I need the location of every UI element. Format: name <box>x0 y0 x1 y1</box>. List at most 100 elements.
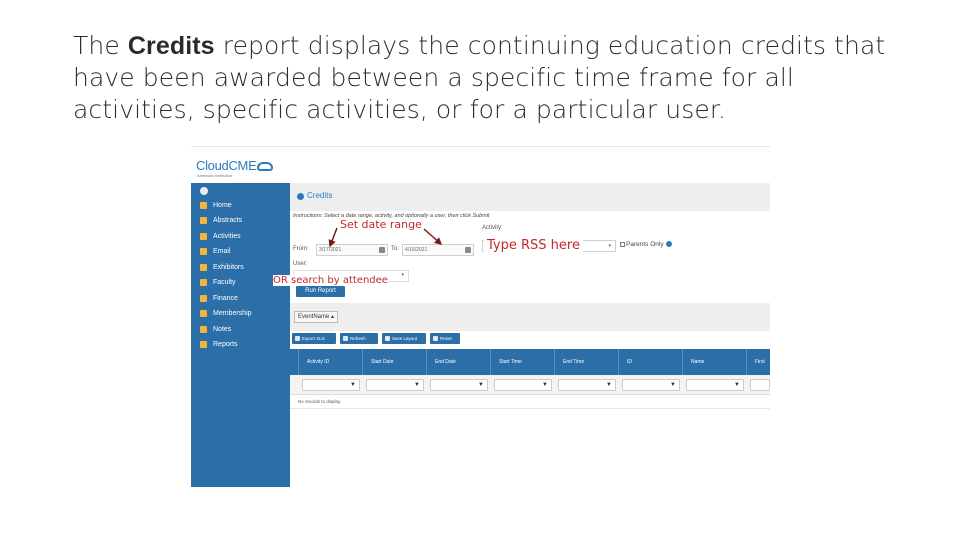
sidebar-item-label: Email <box>213 248 231 255</box>
filter-start-time[interactable]: ▼ <box>494 379 552 391</box>
panel-header: Credits <box>290 183 770 211</box>
bookmark-icon <box>200 233 207 240</box>
column-header-end-date[interactable]: End Date <box>426 349 490 375</box>
group-by-area: EventName ▴ <box>290 303 770 331</box>
filter-icon[interactable]: ▼ <box>542 382 548 389</box>
save-icon <box>385 336 390 341</box>
sidebar-item-home[interactable]: Home <box>191 199 290 213</box>
filter-id[interactable]: ▼ <box>622 379 680 391</box>
sidebar-item-label: Abstracts <box>213 217 243 224</box>
sidebar-item-label: Home <box>213 202 232 209</box>
column-header-activity-id[interactable]: Activity ID <box>298 349 362 375</box>
to-date-field[interactable]: 4/16/2021 <box>402 244 474 256</box>
column-header-start-time[interactable]: Start Time <box>490 349 554 375</box>
annotation-type-rss-here: Type RSS here <box>484 238 583 253</box>
user-label: User: <box>293 261 308 267</box>
group-by-eventname-button[interactable]: EventName ▴ <box>294 311 338 323</box>
sidebar-item-label: Faculty <box>213 279 236 286</box>
export-xls-button[interactable]: Export XLS <box>292 333 336 344</box>
sidebar-toggle-icon[interactable] <box>200 187 208 195</box>
sidebar: Home Abstracts Activities Email Exhibito… <box>191 183 290 487</box>
filter-icon[interactable]: ▼ <box>478 382 484 389</box>
column-header-first[interactable]: First <box>746 349 770 375</box>
sidebar-item-notes[interactable]: Notes <box>191 323 290 337</box>
parents-only-label: Parents Only <box>626 241 664 248</box>
checkbox-icon[interactable] <box>620 241 625 247</box>
empty-results-row <box>290 395 770 409</box>
filter-icon[interactable]: ▼ <box>606 382 612 389</box>
calendar-icon[interactable] <box>379 247 385 253</box>
sidebar-item-label: Membership <box>213 310 252 317</box>
filter-icon[interactable]: ▼ <box>350 382 356 389</box>
sidebar-item-label: Reports <box>213 341 238 348</box>
filter-icon[interactable]: ▼ <box>734 382 740 389</box>
heading-bold-credits: Credits <box>127 32 215 60</box>
logo-text: CloudCME <box>196 158 257 173</box>
panel-title: Credits <box>307 191 333 200</box>
list-icon <box>200 326 207 333</box>
sidebar-item-abstracts[interactable]: Abstracts <box>191 214 290 228</box>
refresh-button[interactable]: Refresh <box>340 333 378 344</box>
from-date-field[interactable]: 3/17/2021 <box>316 244 388 256</box>
filter-row: ▼ ▼ ▼ ▼ ▼ ▼ ▼ <box>290 375 770 395</box>
calendar-icon[interactable] <box>465 247 471 253</box>
sidebar-item-finance[interactable]: Finance <box>191 292 290 306</box>
from-date-value: 3/17/2021 <box>319 247 342 253</box>
sidebar-item-membership[interactable]: Membership <box>191 307 290 321</box>
filter-end-date[interactable]: ▼ <box>430 379 488 391</box>
filter-end-time[interactable]: ▼ <box>558 379 616 391</box>
help-icon[interactable] <box>665 241 672 248</box>
sidebar-item-activities[interactable]: Activities <box>191 230 290 244</box>
to-date-value: 4/16/2021 <box>405 247 428 253</box>
to-label: To: <box>391 246 400 252</box>
sidebar-item-exhibitors[interactable]: Exhibitors <box>191 261 290 275</box>
toolbar-label: Export XLS <box>302 336 325 341</box>
run-report-button[interactable]: Run Report <box>296 286 345 297</box>
toolbar-label: Reset <box>440 336 452 341</box>
annotation-set-date-range: Set date range <box>340 218 422 231</box>
column-header-id[interactable]: ID <box>618 349 682 375</box>
reset-button[interactable]: Reset <box>430 333 460 344</box>
from-label: From: <box>293 246 309 252</box>
person-icon <box>200 279 207 286</box>
activity-label: Activity: <box>482 225 503 231</box>
column-header-start-date[interactable]: Start Date <box>362 349 426 375</box>
column-header-end-time[interactable]: End Time <box>554 349 618 375</box>
filter-icon[interactable]: ▼ <box>414 382 420 389</box>
column-header-name[interactable]: Name <box>682 349 746 375</box>
group-button-label: EventName <box>298 314 330 320</box>
parents-only-checkbox[interactable]: Parents Only <box>620 241 672 248</box>
chevron-down-icon[interactable]: ▾ <box>608 241 611 251</box>
filter-first[interactable] <box>750 379 770 391</box>
grid-icon <box>200 264 207 271</box>
reset-icon <box>433 336 438 341</box>
toolbar-label: Refresh <box>350 336 366 341</box>
filter-name[interactable]: ▼ <box>686 379 744 391</box>
sidebar-item-label: Activities <box>213 233 241 240</box>
heading-pre: The <box>73 31 128 60</box>
pie-icon <box>200 295 207 302</box>
filter-start-date[interactable]: ▼ <box>366 379 424 391</box>
back-icon[interactable] <box>297 193 304 200</box>
refresh-icon <box>343 336 348 341</box>
save-layout-button[interactable]: Save Layout <box>382 333 426 344</box>
sort-up-icon: ▴ <box>331 314 335 320</box>
chevron-down-icon[interactable]: ▾ <box>401 270 404 280</box>
map-pin-icon <box>200 202 207 209</box>
filter-activity-id[interactable]: ▼ <box>302 379 360 391</box>
sidebar-item-label: Notes <box>213 326 232 333</box>
cloudcme-screenshot: CloudCME American Institution Home Abstr… <box>191 146 770 487</box>
cloud-icon <box>257 162 274 172</box>
grid-header-row: Activity ID Start Date End Date Start Ti… <box>290 349 770 375</box>
toolbar-label: Save Layout <box>392 336 418 341</box>
logo-subtitle: American Institution <box>197 173 233 178</box>
cloudcme-logo[interactable]: CloudCME <box>196 158 274 173</box>
filter-icon[interactable]: ▼ <box>670 382 676 389</box>
bar-chart-icon <box>200 341 207 348</box>
sidebar-item-reports[interactable]: Reports <box>191 338 290 352</box>
no-records-text: No records to display. <box>298 399 342 404</box>
annotation-search-by-attendee: OR search by attendee <box>273 275 388 286</box>
excel-icon <box>295 336 300 341</box>
sidebar-item-label: Exhibitors <box>213 264 244 271</box>
sidebar-item-email[interactable]: Email <box>191 245 290 259</box>
